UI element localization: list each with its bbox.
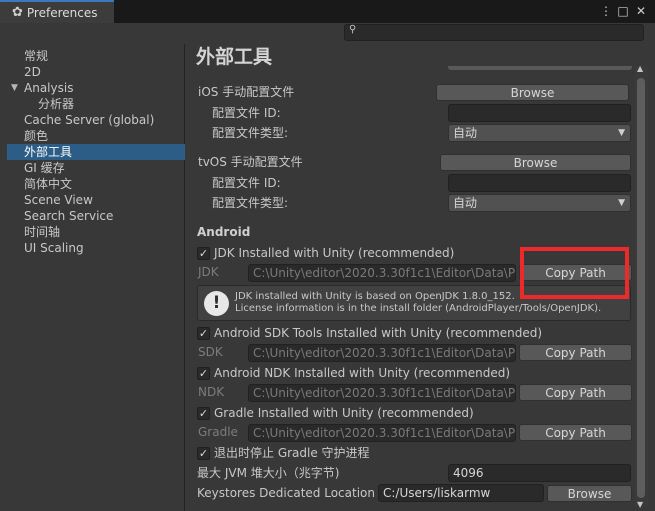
- sdk-label: SDK: [198, 345, 223, 359]
- sidebar-item-ui-scaling[interactable]: UI Scaling: [7, 240, 185, 256]
- maximize-icon[interactable]: □: [615, 3, 631, 19]
- keystores-browse-button[interactable]: Browse: [547, 485, 632, 502]
- ndk-checkbox[interactable]: ✓: [197, 367, 210, 380]
- sdk-checkbox[interactable]: ✓: [197, 327, 210, 340]
- tvos-profile-id-label: 配置文件 ID:: [212, 176, 281, 190]
- search-field[interactable]: ⚲: [344, 24, 644, 41]
- sidebar-item-timeline[interactable]: 时间轴: [7, 224, 185, 240]
- search-bar: ⚲: [0, 23, 655, 42]
- jvm-heap-field[interactable]: 4096: [448, 464, 631, 482]
- stop-gradle-label: 退出时停止 Gradle 守护进程: [214, 446, 370, 460]
- foldout-expanded-icon[interactable]: ▼: [11, 80, 18, 96]
- ios-profile-id-label: 配置文件 ID:: [212, 106, 281, 120]
- jvm-heap-label: 最大 JVM 堆大小（兆字节): [197, 466, 340, 480]
- scroll-down-arrow-icon[interactable]: ▼: [637, 500, 643, 509]
- sidebar: 常规 2D ▼ Analysis 分析器 Cache Server (globa…: [7, 44, 185, 511]
- jdk-label: JDK: [198, 265, 219, 279]
- ios-profile-label: iOS 手动配置文件: [198, 85, 295, 99]
- tvos-profile-type-dropdown[interactable]: 自动 ▼: [448, 194, 631, 212]
- vertical-scrollbar[interactable]: ▲ ▼: [635, 64, 648, 509]
- search-input[interactable]: [361, 25, 641, 40]
- gear-icon: ✿: [12, 5, 23, 20]
- sidebar-item-simplified-chinese[interactable]: 简体中文: [7, 176, 185, 192]
- sidebar-item-gi-cache[interactable]: GI 缓存: [7, 160, 185, 176]
- sidebar-item-search-service[interactable]: Search Service: [7, 208, 185, 224]
- gradle-label: Gradle: [198, 425, 238, 439]
- jdk-checkbox[interactable]: ✓: [197, 247, 210, 260]
- android-section-title: Android: [197, 225, 251, 239]
- dropdown-arrow-icon: ▼: [618, 128, 625, 138]
- tvos-profile-id-field[interactable]: [448, 174, 631, 192]
- jdk-path-field[interactable]: C:\Unity\editor\2020.3.30f1c1\Editor\Dat…: [248, 264, 516, 282]
- tvos-browse-button[interactable]: Browse: [440, 154, 631, 171]
- sidebar-item-2d[interactable]: 2D: [7, 64, 185, 80]
- sidebar-item-scene-view[interactable]: Scene View: [7, 192, 185, 208]
- gradle-checkbox[interactable]: ✓: [197, 407, 210, 420]
- gradle-copy-path-button[interactable]: Copy Path: [519, 424, 632, 441]
- gradle-path-field[interactable]: C:\Unity\editor\2020.3.30f1c1\Editor\Dat…: [248, 424, 516, 442]
- sdk-path-field[interactable]: C:\Unity\editor\2020.3.30f1c1\Editor\Dat…: [248, 344, 516, 362]
- sdk-check-label: Android SDK Tools Installed with Unity (…: [214, 326, 543, 340]
- ndk-label: NDK: [198, 385, 225, 399]
- scroll-thumb[interactable]: [637, 78, 645, 498]
- info-line: License information is in the install fo…: [235, 303, 602, 314]
- preferences-tab[interactable]: ✿ Preferences: [0, 0, 114, 23]
- sidebar-item-cache-server[interactable]: Cache Server (global): [7, 112, 185, 128]
- clipped-field: [448, 66, 632, 70]
- sidebar-item-label: Analysis: [24, 81, 74, 95]
- highlight-box: [520, 247, 629, 299]
- sidebar-item-colors[interactable]: 颜色: [7, 128, 185, 144]
- scroll-up-arrow-icon[interactable]: ▲: [637, 64, 643, 73]
- keystores-label: Keystores Dedicated Location: [197, 486, 375, 500]
- ndk-path-field[interactable]: C:\Unity\editor\2020.3.30f1c1\Editor\Dat…: [248, 384, 516, 402]
- stop-gradle-checkbox[interactable]: ✓: [197, 447, 210, 460]
- dropdown-value: 自动: [453, 126, 478, 140]
- info-exclamation-icon: !: [204, 291, 229, 316]
- tvos-profile-label: tvOS 手动配置文件: [198, 155, 303, 169]
- sdk-copy-path-button[interactable]: Copy Path: [519, 344, 632, 361]
- ios-browse-button[interactable]: Browse: [436, 84, 629, 101]
- ios-profile-type-label: 配置文件类型:: [212, 126, 289, 140]
- sidebar-item-general[interactable]: 常规: [7, 48, 185, 64]
- sidebar-item-profiler[interactable]: 分析器: [7, 96, 185, 112]
- dropdown-arrow-icon: ▼: [618, 198, 625, 208]
- ios-profile-id-field[interactable]: [448, 104, 631, 122]
- ios-profile-type-dropdown[interactable]: 自动 ▼: [448, 124, 631, 142]
- sidebar-item-external-tools[interactable]: 外部工具: [7, 144, 185, 160]
- close-icon[interactable]: ✕: [633, 3, 649, 19]
- gradle-check-label: Gradle Installed with Unity (recommended…: [214, 406, 474, 420]
- content-panel: 外部工具 iOS 手动配置文件 Browse 配置文件 ID: 配置文件类型: …: [186, 44, 655, 511]
- keystores-path-field[interactable]: C:/Users/liskarmw: [378, 484, 544, 502]
- window-title: Preferences: [26, 5, 98, 20]
- tvos-profile-type-label: 配置文件类型:: [212, 196, 289, 210]
- preferences-window: ✿ Preferences ⋮ □ ✕ ⚲ 常规 2D ▼ Analysis 分…: [0, 0, 655, 511]
- ndk-copy-path-button[interactable]: Copy Path: [519, 384, 632, 401]
- page-title: 外部工具: [196, 46, 273, 68]
- search-icon: ⚲: [349, 24, 357, 35]
- jdk-check-label: JDK Installed with Unity (recommended): [214, 246, 455, 260]
- title-bar: ✿ Preferences ⋮ □ ✕: [0, 0, 655, 23]
- menu-icon[interactable]: ⋮: [598, 3, 614, 19]
- ndk-check-label: Android NDK Installed with Unity (recomm…: [214, 366, 511, 380]
- dropdown-value: 自动: [453, 196, 478, 210]
- sidebar-item-analysis[interactable]: ▼ Analysis: [7, 80, 185, 96]
